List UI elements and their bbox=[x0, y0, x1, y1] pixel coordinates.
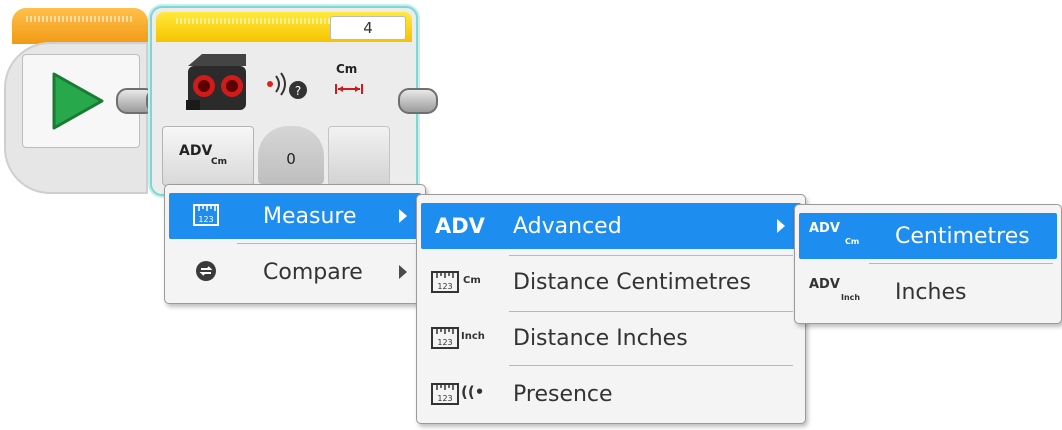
mode-label: ADV bbox=[179, 143, 213, 159]
menu-item-advanced[interactable]: ADV Advanced bbox=[421, 203, 801, 249]
svg-text:123: 123 bbox=[437, 394, 452, 403]
ultrasonic-sensor-block[interactable]: 4 ? Cm ADV Cm 0 bbox=[150, 6, 418, 196]
menu-item-label: Presence bbox=[513, 382, 613, 407]
submenu-arrow-icon bbox=[399, 209, 407, 223]
menu-item-inches[interactable]: ADV Inch Inches bbox=[799, 269, 1057, 315]
menu-item-label: Advanced bbox=[513, 214, 622, 239]
cm-icon-label: Cm bbox=[463, 275, 481, 286]
output-parameter[interactable] bbox=[328, 126, 390, 186]
ultrasonic-sensor-icon bbox=[186, 54, 246, 110]
ruler-icon: 123 bbox=[431, 383, 459, 405]
input-value: 0 bbox=[286, 150, 296, 168]
menu-item-centimetres[interactable]: ADV Cm Centimetres bbox=[799, 213, 1057, 259]
menu-item-label: Centimetres bbox=[895, 224, 1030, 249]
mode-sub-label: Cm bbox=[211, 157, 227, 167]
distance-arrow-icon bbox=[335, 84, 363, 94]
menu-item-distance-inches[interactable]: 123 Inch Distance Inches bbox=[421, 315, 801, 361]
submenu-arrow-icon bbox=[777, 219, 785, 233]
measure-submenu: ADV Advanced 123 Cm Distance Centimetres… bbox=[416, 194, 806, 424]
sensor-plug-out[interactable] bbox=[398, 88, 438, 114]
port-selector[interactable]: 4 bbox=[330, 16, 406, 40]
adv-inch-icon-sub: Inch bbox=[841, 293, 861, 302]
inch-icon-label: Inch bbox=[461, 331, 485, 342]
ultrasonic-wave-icon: ? bbox=[267, 72, 307, 99]
menu-separator bbox=[237, 243, 417, 244]
adv-icon: ADV bbox=[435, 214, 485, 238]
svg-text:?: ? bbox=[295, 84, 301, 98]
svg-text:123: 123 bbox=[437, 282, 452, 291]
unit-label: Cm bbox=[336, 62, 358, 76]
menu-item-label: Measure bbox=[263, 204, 357, 229]
adv-inch-icon: ADV bbox=[809, 277, 840, 292]
input-parameter[interactable]: 0 bbox=[258, 126, 324, 184]
play-icon[interactable] bbox=[50, 70, 106, 132]
mode-menu: 123 Measure Compare bbox=[164, 184, 426, 304]
ruler-icon: 123 bbox=[431, 271, 459, 293]
menu-separator bbox=[509, 255, 793, 256]
menu-item-measure[interactable]: 123 Measure bbox=[169, 193, 421, 239]
menu-separator bbox=[509, 365, 793, 366]
adv-cm-icon: ADV bbox=[809, 221, 840, 236]
start-block-header bbox=[12, 8, 148, 44]
ruler-icon: 123 bbox=[193, 204, 219, 226]
menu-item-presence[interactable]: 123 ((• Presence bbox=[421, 371, 801, 417]
menu-item-label: Distance Inches bbox=[513, 326, 688, 351]
menu-item-label: Compare bbox=[263, 260, 363, 285]
mode-selector-button[interactable]: ADV Cm bbox=[162, 126, 254, 186]
presence-wave-icon: ((• bbox=[461, 383, 485, 401]
adv-cm-icon-sub: Cm bbox=[845, 237, 860, 246]
menu-separator bbox=[509, 311, 793, 312]
submenu-arrow-icon bbox=[399, 265, 407, 279]
svg-text:123: 123 bbox=[437, 338, 452, 347]
ruler-icon: 123 bbox=[431, 327, 459, 349]
menu-separator bbox=[869, 263, 1053, 264]
advanced-submenu: ADV Cm Centimetres ADV Inch Inches bbox=[794, 204, 1062, 324]
compare-icon bbox=[196, 261, 216, 281]
menu-item-compare[interactable]: Compare bbox=[169, 249, 421, 295]
menu-item-label: Distance Centimetres bbox=[513, 270, 751, 295]
menu-item-label: Inches bbox=[895, 280, 967, 305]
menu-item-distance-centimetres[interactable]: 123 Cm Distance Centimetres bbox=[421, 259, 801, 305]
svg-text:123: 123 bbox=[198, 215, 213, 224]
